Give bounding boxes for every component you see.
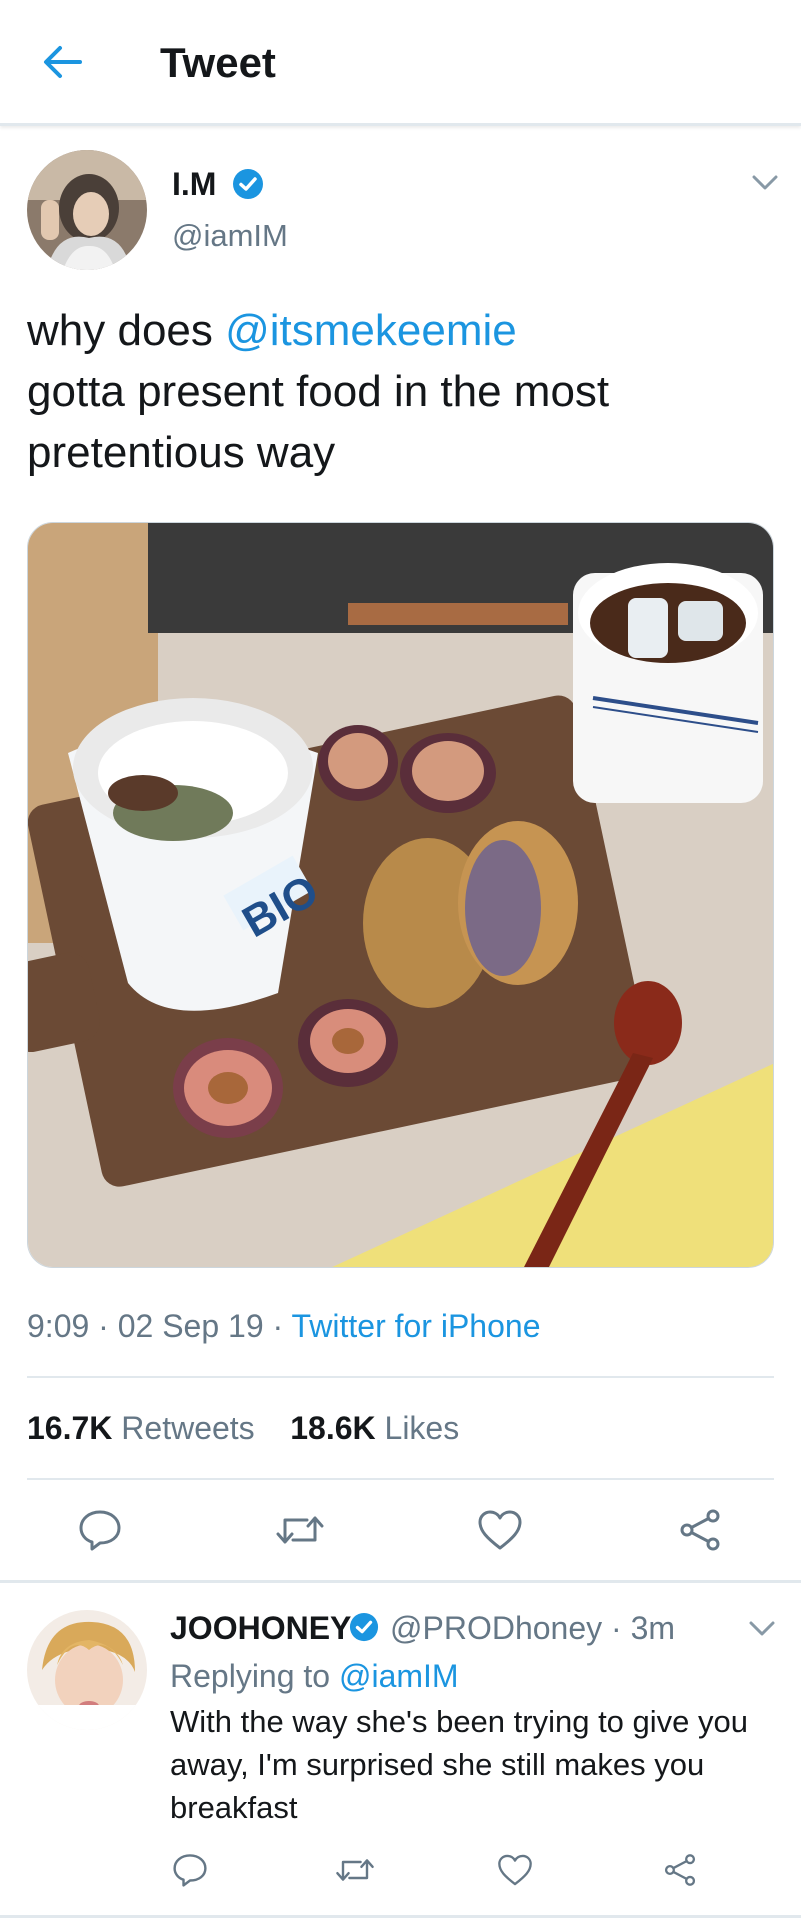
divider <box>27 1376 774 1378</box>
reply-author-avatar[interactable] <box>27 1610 147 1730</box>
food-photo: BIO <box>28 523 773 1267</box>
reply-meta: @PRODhoney · 3m <box>390 1610 676 1646</box>
page-title: Tweet <box>160 39 276 86</box>
heart-icon <box>478 1510 522 1550</box>
tweet-text: why does @itsmekeemie gotta present food… <box>27 306 610 477</box>
avatar-image <box>27 150 147 270</box>
tweet-time: 9:09 <box>27 1308 90 1344</box>
arrow-left-icon <box>44 46 82 78</box>
tweet-photo[interactable]: BIO <box>27 522 774 1268</box>
tweet-meta: 9:09 · 02 Sep 19 · Twitter for iPhone <box>27 1308 541 1344</box>
likes-stat[interactable]: 18.6K Likes <box>290 1410 459 1446</box>
retweet-icon <box>336 1859 374 1881</box>
author-name[interactable]: I.M <box>172 166 216 203</box>
reply-retweet-button[interactable] <box>330 1848 380 1892</box>
tweet-source-link[interactable]: Twitter for iPhone <box>291 1308 540 1344</box>
reply-share-button[interactable] <box>655 1848 705 1892</box>
author-handle[interactable]: @iamIM <box>172 218 288 254</box>
retweet-button[interactable] <box>270 1505 330 1555</box>
reply-button[interactable] <box>70 1505 130 1555</box>
heart-icon <box>498 1854 532 1886</box>
chevron-down-icon[interactable] <box>752 174 778 192</box>
top-bar: Tweet <box>0 0 801 126</box>
share-icon <box>680 1509 720 1551</box>
mention-link[interactable]: @itsmekeemie <box>225 306 517 355</box>
replying-to: Replying to @iamIM <box>170 1658 459 1694</box>
tea-cup <box>573 563 763 803</box>
reply-reply-button[interactable] <box>165 1848 215 1892</box>
verified-badge-icon <box>349 1612 379 1642</box>
reply-like-button[interactable] <box>490 1848 540 1892</box>
reply-author-name[interactable]: JOOHONEY <box>170 1610 351 1646</box>
section-divider <box>0 1915 801 1918</box>
avatar-image <box>27 1610 147 1730</box>
share-button[interactable] <box>670 1505 730 1555</box>
chevron-down-icon[interactable] <box>749 1620 775 1638</box>
reply-text: With the way she's been trying to give y… <box>170 1704 748 1825</box>
reply-icon <box>79 1510 121 1551</box>
tweet-text-rest: gotta present food in the most pretentio… <box>27 367 610 477</box>
share-icon <box>664 1854 696 1886</box>
reply-author-handle[interactable]: @PRODhoney <box>390 1610 602 1646</box>
author-avatar[interactable] <box>27 150 147 270</box>
retweets-stat[interactable]: 16.7K Retweets <box>27 1410 255 1446</box>
reply-header: JOOHONEY <box>170 1605 351 1651</box>
tweet-stats: 16.7K Retweets 18.6K Likes <box>27 1405 459 1451</box>
section-divider <box>0 1580 801 1583</box>
tweet-date: 02 Sep 19 <box>117 1308 264 1344</box>
back-button[interactable] <box>34 38 90 86</box>
reply-time: 3m <box>630 1610 676 1646</box>
verified-badge-icon <box>233 169 263 199</box>
like-button[interactable] <box>470 1505 530 1555</box>
retweet-icon <box>276 1516 324 1544</box>
divider <box>27 1478 774 1480</box>
reply-icon <box>173 1854 207 1887</box>
replying-to-link[interactable]: @iamIM <box>339 1658 459 1694</box>
